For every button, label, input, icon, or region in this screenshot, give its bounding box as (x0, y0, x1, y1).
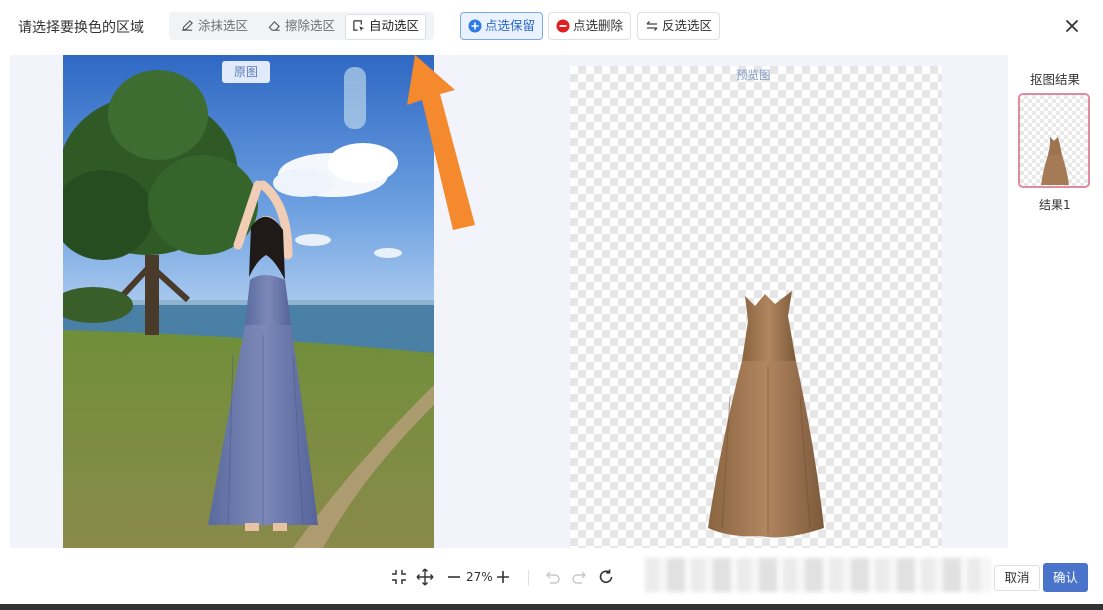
click-keep-button[interactable]: 点选保留 (460, 12, 544, 40)
blurred-region (645, 558, 990, 592)
smear-select-label: 涂抹选区 (198, 18, 249, 33)
click-delete-label: 点选删除 (573, 18, 624, 33)
page-title: 请选择要换色的区域 (18, 20, 144, 36)
erase-select-button[interactable]: 擦除选区 (262, 14, 341, 38)
window-bottom-edge (0, 604, 1103, 610)
close-icon[interactable] (1062, 16, 1082, 36)
auto-select-button[interactable]: 自动选区 (345, 14, 427, 40)
swap-icon (646, 21, 658, 31)
annotation-arrow-icon (407, 55, 475, 230)
selection-mode-group: 涂抹选区 擦除选区 自动选区 (169, 12, 434, 40)
cancel-button[interactable]: 取消 (994, 565, 1040, 591)
zoom-out-icon[interactable] (445, 568, 463, 586)
auto-select-label: 自动选区 (369, 18, 420, 33)
result-panel-title: 抠图结果 (1030, 72, 1081, 87)
minus-circle-icon (556, 19, 570, 33)
click-delete-button[interactable]: 点选删除 (548, 12, 632, 40)
zoom-in-icon[interactable] (494, 568, 512, 586)
smear-select-button[interactable]: 涂抹选区 (175, 14, 254, 38)
pencil-icon (182, 20, 193, 31)
preview-image[interactable] (570, 66, 942, 548)
toolbar: 请选择要换色的区域 涂抹选区 擦除选区 自动选区 点选保留 点选删除 反选选区 (0, 0, 1103, 55)
auto-select-icon (353, 20, 365, 32)
preview-label: 预览图 (736, 68, 771, 82)
result-thumbnail[interactable] (1018, 93, 1090, 188)
cursor-ghost (344, 67, 366, 129)
extracted-dress (708, 291, 824, 538)
click-keep-label: 点选保留 (485, 18, 536, 33)
fit-screen-icon[interactable] (390, 568, 408, 586)
plus-circle-icon (468, 19, 482, 33)
original-image[interactable]: 原图 (63, 55, 434, 548)
canvas-area: 原图 预览图 (10, 55, 1008, 548)
move-icon[interactable] (416, 568, 434, 586)
confirm-button[interactable]: 确认 (1043, 563, 1088, 592)
panel-divider (500, 55, 510, 548)
reset-icon[interactable] (597, 568, 615, 586)
result-name: 结果1 (1039, 198, 1071, 212)
erase-select-label: 擦除选区 (285, 18, 336, 33)
eraser-icon (268, 20, 280, 31)
toolbar-separator (528, 570, 529, 586)
invert-selection-label: 反选选区 (662, 18, 713, 33)
invert-selection-button[interactable]: 反选选区 (637, 12, 721, 40)
result-dress-thumbnail (1041, 137, 1069, 185)
original-photo (63, 55, 434, 548)
zoom-level: 27% (466, 570, 493, 584)
undo-icon[interactable] (544, 568, 562, 586)
original-label: 原图 (222, 61, 271, 83)
bottom-toolbar: 27% 取消 确认 (0, 548, 1103, 610)
redo-icon[interactable] (570, 568, 588, 586)
